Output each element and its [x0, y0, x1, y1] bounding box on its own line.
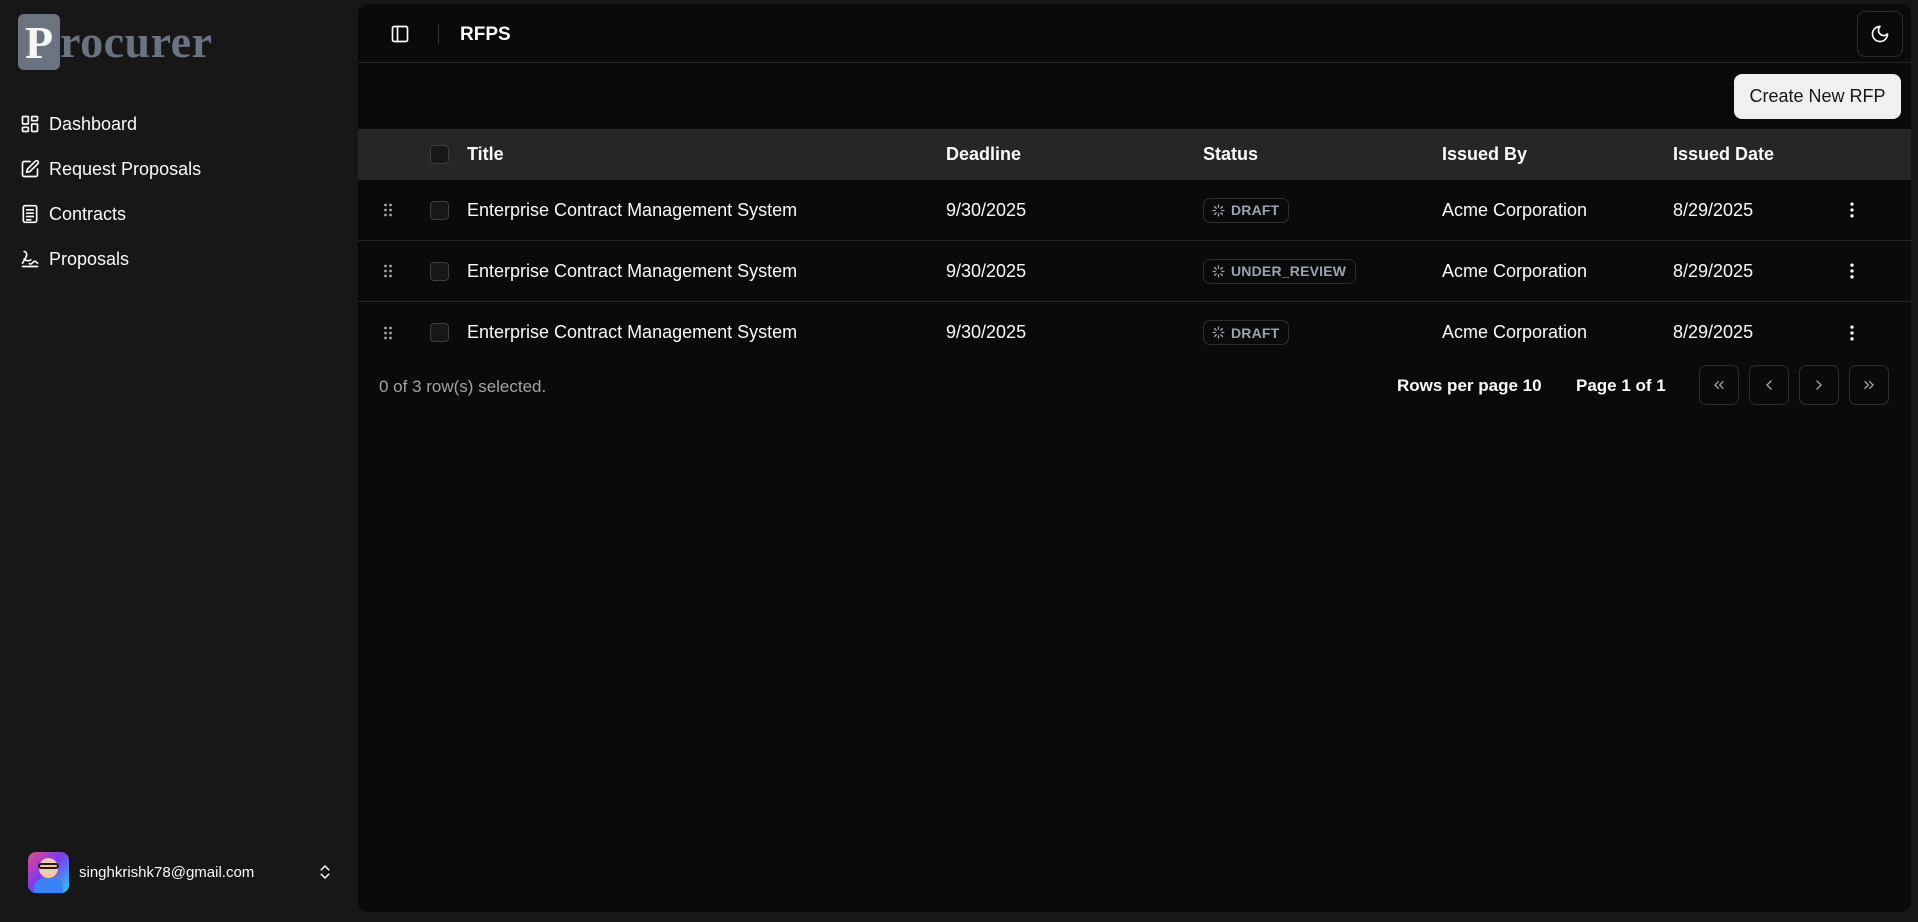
- cell-deadline: 9/30/2025: [946, 322, 1027, 342]
- more-vertical-icon[interactable]: [1842, 261, 1862, 281]
- edit-icon: [21, 159, 40, 178]
- cell-issued-date: 8/29/2025: [1673, 260, 1754, 281]
- avatar: [28, 851, 69, 893]
- table-row[interactable]: Enterprise Contract Management System 9/…: [358, 180, 1911, 241]
- sidebar-item-label: Contracts: [49, 203, 127, 224]
- status-badge: DRAFT: [1203, 320, 1290, 345]
- select-all-checkbox[interactable]: [430, 145, 449, 164]
- user-email: singhkrishk78@gmail.com: [79, 863, 255, 881]
- table-row[interactable]: Enterprise Contract Management System 9/…: [358, 302, 1911, 363]
- row-checkbox[interactable]: [430, 261, 449, 281]
- selection-count: 0 of 3 row(s) selected.: [379, 377, 547, 396]
- status-label: DRAFT: [1231, 202, 1280, 218]
- table-header: Title Deadline Status Issued By Issued D…: [358, 129, 1911, 180]
- main-panel: RFPS Create New RFP Title Deadline Statu…: [358, 4, 1911, 912]
- chevrons-right-icon: [1864, 381, 1874, 389]
- column-header-issued-by[interactable]: Issued By: [1442, 129, 1527, 180]
- drag-handle-icon[interactable]: [381, 325, 395, 341]
- drag-handle-icon[interactable]: [381, 202, 395, 218]
- first-page-button[interactable]: [1699, 365, 1739, 405]
- sidebar: P rocurer Dashboard Request Proposals Co…: [0, 0, 358, 922]
- status-label: UNDER_REVIEW: [1231, 263, 1347, 279]
- status-badge: DRAFT: [1203, 197, 1290, 223]
- sidebar-item-label: Proposals: [49, 248, 130, 269]
- cell-deadline: 9/30/2025: [946, 260, 1027, 281]
- more-vertical-icon[interactable]: [1842, 200, 1862, 220]
- sidebar-item-proposals[interactable]: Proposals: [12, 239, 346, 279]
- previous-page-button[interactable]: [1749, 365, 1789, 405]
- drag-handle-icon[interactable]: [381, 263, 395, 279]
- cell-deadline: 9/30/2025: [946, 199, 1027, 220]
- theme-toggle-button[interactable]: [1857, 11, 1903, 57]
- loader-icon: [1212, 326, 1225, 339]
- page-title: RFPS: [460, 24, 511, 45]
- top-bar: RFPS: [358, 4, 1911, 63]
- sidebar-nav: Dashboard Request Proposals Contracts Pr…: [12, 104, 346, 284]
- sidebar-item-label: Request Proposals: [49, 158, 202, 179]
- rows-per-page[interactable]: Rows per page 10: [1397, 376, 1542, 396]
- signature-icon: [21, 250, 39, 268]
- cell-title: Enterprise Contract Management System: [467, 322, 798, 342]
- sidebar-item-dashboard[interactable]: Dashboard: [12, 104, 346, 144]
- chevrons-up-down-icon[interactable]: [316, 861, 334, 883]
- cell-issued-date: 8/29/2025: [1673, 322, 1754, 342]
- next-page-button[interactable]: [1799, 365, 1839, 405]
- column-header-title[interactable]: Title: [467, 129, 504, 180]
- cell-title: Enterprise Contract Management System: [467, 260, 798, 281]
- dashboard-icon: [21, 115, 39, 133]
- loader-icon: [1212, 264, 1225, 278]
- moon-icon: [1871, 25, 1889, 43]
- document-icon: [22, 204, 38, 224]
- row-checkbox[interactable]: [430, 200, 449, 220]
- column-header-deadline[interactable]: Deadline: [946, 129, 1021, 180]
- chevron-right-icon: [1816, 380, 1822, 390]
- column-header-issued-date[interactable]: Issued Date: [1673, 129, 1774, 180]
- table-row[interactable]: Enterprise Contract Management System 9/…: [358, 241, 1911, 302]
- loader-icon: [1212, 203, 1225, 217]
- sidebar-item-contracts[interactable]: Contracts: [12, 194, 346, 234]
- sidebar-item-label: Dashboard: [49, 113, 138, 134]
- cell-issued-date: 8/29/2025: [1673, 199, 1754, 220]
- logo[interactable]: P rocurer: [18, 14, 213, 70]
- rfp-table: Title Deadline Status Issued By Issued D…: [358, 129, 1911, 363]
- cell-title: Enterprise Contract Management System: [467, 199, 798, 220]
- cell-issued-by: Acme Corporation: [1442, 322, 1588, 342]
- status-label: DRAFT: [1231, 324, 1280, 341]
- row-checkbox[interactable]: [430, 323, 449, 342]
- sidebar-item-request-proposals[interactable]: Request Proposals: [12, 149, 346, 189]
- user-menu[interactable]: singhkrishk78@gmail.com: [28, 851, 334, 893]
- column-header-status[interactable]: Status: [1203, 129, 1258, 180]
- table-footer: 0 of 3 row(s) selected. Rows per page 10…: [358, 361, 1911, 411]
- logo-text: rocurer: [60, 16, 213, 67]
- status-badge: UNDER_REVIEW: [1203, 258, 1357, 284]
- create-new-rfp-button[interactable]: Create New RFP: [1734, 74, 1901, 119]
- cell-issued-by: Acme Corporation: [1442, 199, 1588, 220]
- more-vertical-icon[interactable]: [1842, 323, 1862, 343]
- logo-initial: P: [18, 14, 60, 70]
- last-page-button[interactable]: [1849, 365, 1889, 405]
- cell-issued-by: Acme Corporation: [1442, 260, 1588, 281]
- divider: [438, 24, 439, 44]
- sidebar-toggle-icon[interactable]: [390, 24, 410, 44]
- chevrons-left-icon: [1714, 381, 1724, 389]
- chevron-left-icon: [1766, 380, 1772, 390]
- page-info: Page 1 of 1: [1576, 376, 1666, 395]
